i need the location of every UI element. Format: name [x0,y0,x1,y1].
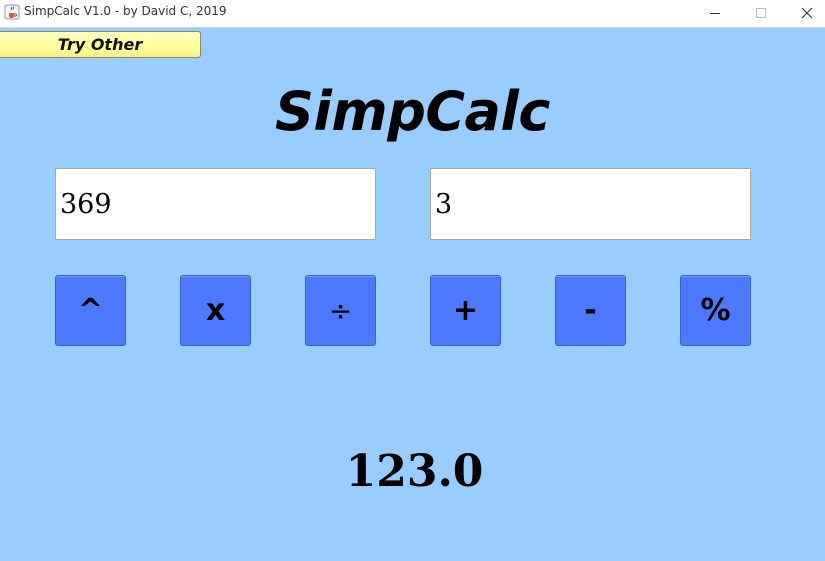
first-number-input[interactable] [55,168,376,240]
add-button[interactable]: + [430,275,501,346]
second-number-input[interactable] [430,168,751,240]
power-button[interactable]: ^ [55,275,126,346]
app-heading: SimpCalc [0,76,825,148]
divide-button[interactable]: ÷ [305,275,376,346]
minimize-button[interactable] [692,0,738,27]
close-button[interactable] [784,0,825,27]
java-cup-icon [4,4,20,20]
simpcalc-window: SimpCalc V1.0 - by David C, 2019 Try Oth… [0,0,825,561]
title-bar[interactable]: SimpCalc V1.0 - by David C, 2019 [0,0,825,28]
minimize-icon [709,4,721,23]
result-label: 123.0 [345,446,484,497]
app-heading-text: SimpCalc [275,80,550,143]
maximize-icon [755,4,767,23]
window-title: SimpCalc V1.0 - by David C, 2019 [24,4,227,18]
close-icon [801,4,813,23]
multiply-button[interactable]: x [180,275,251,346]
modulo-button[interactable]: % [680,275,751,346]
subtract-button[interactable]: - [555,275,626,346]
try-other-button[interactable]: Try Other [0,31,201,58]
maximize-button[interactable] [738,0,784,27]
